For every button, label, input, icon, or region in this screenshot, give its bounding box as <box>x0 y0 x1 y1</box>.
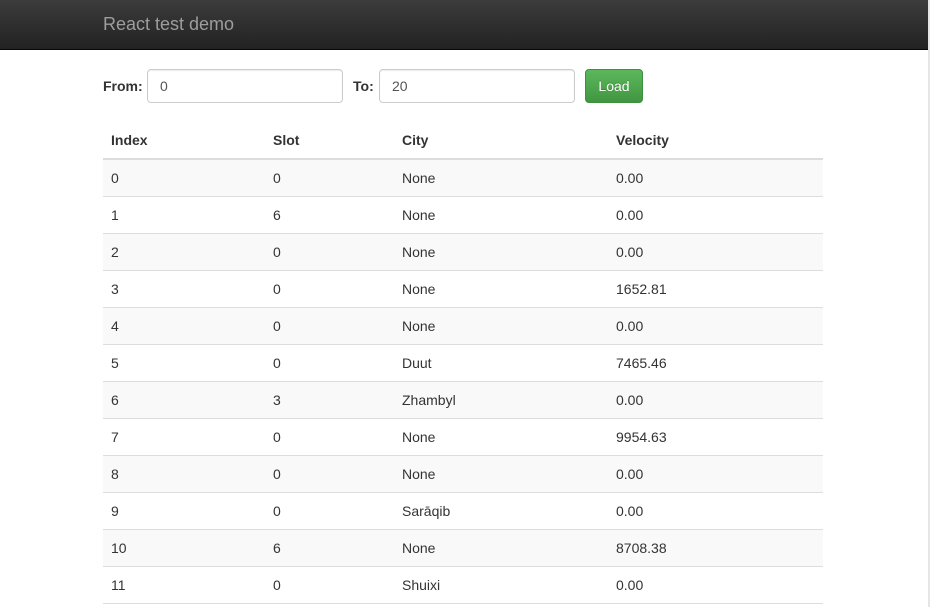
cell-velocity: 9954.63 <box>608 418 823 456</box>
header-slot: Slot <box>265 122 394 160</box>
table-row: 6 3 Zhambyl 0.00 <box>103 381 823 419</box>
cell-index: 0 <box>103 159 265 197</box>
cell-velocity: 0.00 <box>608 381 823 419</box>
top-navbar: React test demo <box>0 0 928 50</box>
table-row: 5 0 Duut 7465.46 <box>103 344 823 382</box>
cell-city: Zhambyl <box>394 381 608 419</box>
cell-index: 4 <box>103 307 265 345</box>
cell-velocity: 8708.38 <box>608 529 823 567</box>
to-input[interactable] <box>379 69 575 103</box>
table-row: 8 0 None 0.00 <box>103 455 823 493</box>
cell-velocity: 0.00 <box>608 492 823 530</box>
cell-city: None <box>394 455 608 493</box>
cell-slot: 0 <box>265 418 394 456</box>
cell-slot: 0 <box>265 344 394 382</box>
cell-slot: 0 <box>265 307 394 345</box>
cell-velocity: 0.00 <box>608 455 823 493</box>
header-city: City <box>394 122 608 160</box>
cell-city: None <box>394 233 608 271</box>
cell-city: Sarāqib <box>394 492 608 530</box>
cell-index: 3 <box>103 270 265 308</box>
cell-slot: 0 <box>265 159 394 197</box>
cell-index: 6 <box>103 381 265 419</box>
from-input[interactable] <box>147 69 343 103</box>
navbar-brand[interactable]: React test demo <box>103 13 234 35</box>
cell-city: None <box>394 529 608 567</box>
cell-slot: 0 <box>265 566 394 604</box>
cell-velocity: 0.00 <box>608 159 823 197</box>
table-row: 2 0 None 0.00 <box>103 233 823 271</box>
table-row: 3 0 None 1652.81 <box>103 270 823 308</box>
cell-slot: 6 <box>265 196 394 234</box>
cell-slot: 0 <box>265 270 394 308</box>
header-velocity: Velocity <box>608 122 823 160</box>
cell-index: 2 <box>103 233 265 271</box>
table-row: 10 6 None 8708.38 <box>103 529 823 567</box>
cell-velocity: 7465.46 <box>608 344 823 382</box>
table-body: 0 0 None 0.00 1 6 None 0.00 2 0 None 0.00 3 0 None 1652… <box>103 159 823 604</box>
table-row: 4 0 None 0.00 <box>103 307 823 345</box>
cell-slot: 6 <box>265 529 394 567</box>
cell-city: None <box>394 196 608 234</box>
cell-slot: 3 <box>265 381 394 419</box>
table-row: 9 0 Sarāqib 0.00 <box>103 492 823 530</box>
table-row: 7 0 None 9954.63 <box>103 418 823 456</box>
cell-index: 10 <box>103 529 265 567</box>
table-row: 1 6 None 0.00 <box>103 196 823 234</box>
cell-index: 11 <box>103 566 265 604</box>
table-row: 11 0 Shuixi 0.00 <box>103 566 823 604</box>
cell-city: Duut <box>394 344 608 382</box>
cell-slot: 0 <box>265 492 394 530</box>
cell-city: None <box>394 159 608 197</box>
cell-velocity: 1652.81 <box>608 270 823 308</box>
cell-city: Shuixi <box>394 566 608 604</box>
cell-city: None <box>394 307 608 345</box>
cell-velocity: 0.00 <box>608 233 823 271</box>
cell-city: None <box>394 418 608 456</box>
table-row: 0 0 None 0.00 <box>103 159 823 197</box>
cell-velocity: 0.00 <box>608 566 823 604</box>
cell-index: 1 <box>103 196 265 234</box>
cell-slot: 0 <box>265 455 394 493</box>
cell-index: 7 <box>103 418 265 456</box>
cell-index: 8 <box>103 455 265 493</box>
cell-city: None <box>394 270 608 308</box>
header-row: Index Slot City Velocity <box>103 122 823 160</box>
load-button[interactable]: Load <box>585 69 643 103</box>
cell-velocity: 0.00 <box>608 307 823 345</box>
header-index: Index <box>103 122 265 160</box>
table-header: Index Slot City Velocity <box>103 122 823 160</box>
from-label: From: <box>103 78 143 94</box>
to-label: To: <box>353 78 374 94</box>
cell-velocity: 0.00 <box>608 196 823 234</box>
cell-index: 5 <box>103 344 265 382</box>
data-table: Index Slot City Velocity 0 0 None 0.00 1 6 Non… <box>103 122 823 604</box>
cell-slot: 0 <box>265 233 394 271</box>
cell-index: 9 <box>103 492 265 530</box>
